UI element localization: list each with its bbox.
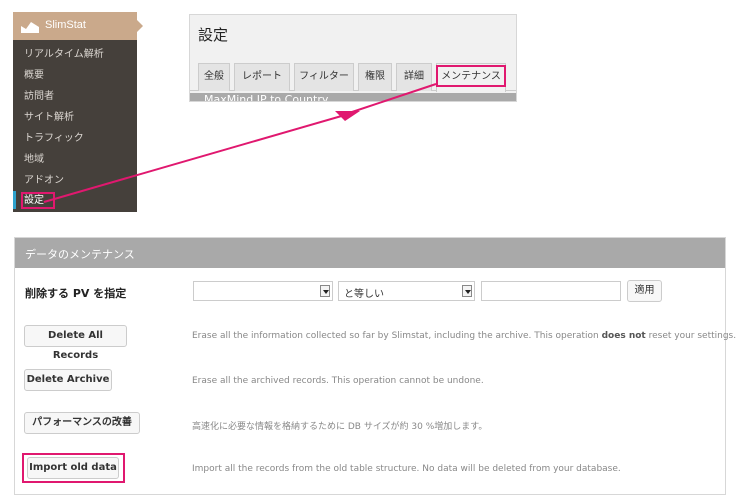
- chevron-down-icon: [320, 285, 330, 297]
- delete-pv-label: 削除する PV を指定: [25, 287, 127, 300]
- tab-permissions[interactable]: 権限: [358, 63, 392, 91]
- sidebar-item-visitors[interactable]: 訪問者: [13, 90, 54, 104]
- apply-button[interactable]: 適用: [627, 280, 662, 302]
- sidebar-item-geolocation[interactable]: 地域: [13, 153, 44, 167]
- tab-general[interactable]: 全般: [198, 63, 230, 91]
- sidebar-item-site-analysis[interactable]: サイト解析: [13, 111, 74, 125]
- improve-performance-desc: 高速化に必要な情報を格納するために DB サイズが約 30 %増加します。: [192, 422, 488, 432]
- delete-all-records-desc: Erase all the information collected so f…: [192, 331, 737, 341]
- settings-highlight-box: [21, 192, 55, 209]
- maintenance-header: データのメンテナンス: [15, 238, 725, 268]
- operator-select-value: と等しい: [344, 289, 384, 300]
- delete-archive-button[interactable]: Delete Archive: [24, 369, 112, 391]
- tab-advanced[interactable]: 詳細: [396, 63, 432, 91]
- delete-all-records-button[interactable]: Delete All Records: [24, 325, 127, 361]
- admin-sidebar: SlimStat リアルタイム解析 概要 訪問者 サイト解析 トラフィック 地域…: [13, 12, 143, 212]
- tab-filters[interactable]: フィルター: [294, 63, 354, 91]
- sidebar-item-realtime[interactable]: リアルタイム解析: [13, 48, 104, 62]
- sidebar-item-traffic[interactable]: トラフィック: [13, 132, 84, 146]
- sidebar-item-overview[interactable]: 概要: [13, 69, 44, 83]
- chevron-down-icon: [462, 285, 472, 297]
- operator-select[interactable]: と等しい: [338, 281, 475, 301]
- maintenance-panel: データのメンテナンス 削除する PV を指定 と等しい 適用 Delete Al…: [14, 237, 736, 495]
- sidebar-item-addons[interactable]: アドオン: [13, 174, 64, 188]
- section-header-label: MaxMind IP to Country: [204, 93, 329, 102]
- maintenance-tab-highlight-box: [436, 65, 506, 87]
- improve-performance-button[interactable]: パフォーマンスの改善: [24, 412, 140, 434]
- settings-panel: 設定 全般 レポート フィルター 権限 詳細 メンテナンス MaxMind IP…: [189, 14, 517, 102]
- tab-reports[interactable]: レポート: [234, 63, 290, 91]
- delete-archive-desc: Erase all the archived records. This ope…: [192, 376, 484, 386]
- field-select[interactable]: [193, 281, 333, 301]
- import-old-data-desc: Import all the records from the old tabl…: [192, 464, 621, 474]
- sidebar-header[interactable]: SlimStat: [13, 12, 143, 40]
- import-button-highlight-box: [22, 453, 125, 483]
- chart-icon: [21, 22, 39, 33]
- page-title: 設定: [198, 27, 229, 44]
- value-input[interactable]: [481, 281, 621, 301]
- section-header: MaxMind IP to Country: [190, 93, 516, 102]
- sidebar-title: SlimStat: [45, 19, 86, 31]
- maintenance-header-title: データのメンテナンス: [25, 248, 135, 261]
